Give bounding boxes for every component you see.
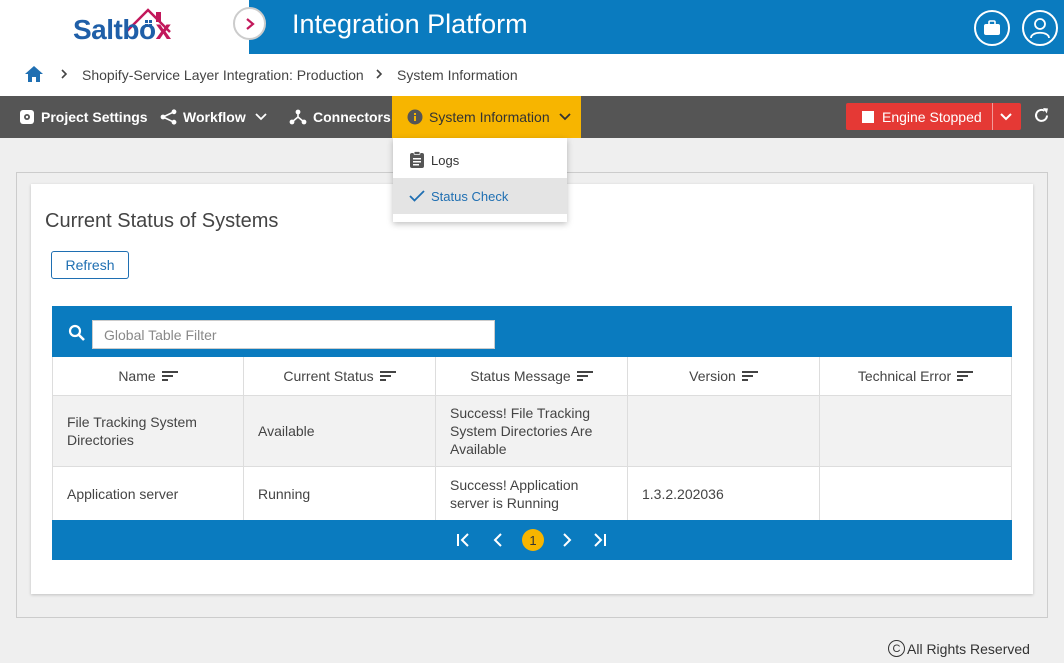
column-header-label: Current Status: [283, 368, 374, 384]
dropdown-item-logs[interactable]: Logs: [393, 142, 567, 178]
cell-message: Success! File Tracking System Directorie…: [436, 396, 628, 466]
chevron-right-icon: [245, 17, 255, 30]
table-header: Name Current Status Status Message Versi…: [52, 357, 1012, 395]
workflow-menu[interactable]: Workflow: [160, 96, 273, 138]
previous-page-icon[interactable]: [493, 533, 503, 547]
column-header-current-status[interactable]: Current Status: [244, 357, 436, 395]
chevron-right-icon: [376, 69, 383, 79]
table-row[interactable]: File Tracking System Directories Availab…: [52, 395, 1012, 466]
sort-icon: [957, 371, 974, 381]
system-information-menu[interactable]: System Information: [392, 96, 581, 138]
user-icon: [1030, 18, 1050, 39]
copyright-icon: C: [888, 640, 905, 657]
system-information-dropdown: Logs Status Check: [393, 138, 567, 222]
dropdown-item-status-check[interactable]: Status Check: [393, 178, 567, 214]
cell-name: File Tracking System Directories: [53, 396, 244, 466]
column-header-label: Name: [118, 368, 156, 384]
check-icon: [409, 190, 425, 202]
last-page-icon[interactable]: [593, 533, 607, 547]
app-header: Saltbox Integration Platform: [0, 0, 1064, 54]
share-icon: [160, 109, 177, 125]
cell-error: [820, 396, 1011, 466]
column-header-status-message[interactable]: Status Message: [436, 357, 628, 395]
cell-status: Available: [244, 396, 436, 466]
refresh-icon[interactable]: [1033, 107, 1050, 124]
breadcrumb: Shopify-Service Layer Integration: Produ…: [0, 54, 1064, 96]
chevron-down-icon: [558, 113, 571, 121]
footer: C All Rights Reserved: [888, 640, 1030, 657]
refresh-button[interactable]: Refresh: [51, 251, 129, 279]
engine-status-label: Engine Stopped: [882, 108, 982, 125]
logo-text: Saltbox: [73, 14, 171, 45]
engine-status-button[interactable]: Engine Stopped: [846, 103, 1021, 130]
cell-message: Success! Application server is Running: [436, 467, 628, 520]
first-page-icon[interactable]: [456, 533, 470, 547]
sort-icon: [161, 371, 178, 381]
table-paginator: 1: [52, 520, 1012, 560]
chevron-down-icon: [255, 113, 267, 121]
column-header-label: Version: [689, 368, 736, 384]
dropdown-item-label: Status Check: [431, 188, 509, 204]
gear-icon: [20, 110, 34, 124]
sort-icon: [379, 371, 396, 381]
user-profile-button[interactable]: [1022, 10, 1058, 46]
column-header-label: Technical Error: [857, 368, 952, 384]
global-table-filter-input[interactable]: [92, 320, 495, 349]
column-header-label: Status Message: [470, 368, 571, 384]
search-icon: [68, 324, 85, 341]
breadcrumb-project[interactable]: Shopify-Service Layer Integration: Produ…: [82, 67, 364, 83]
sort-icon: [576, 371, 593, 381]
breadcrumb-current: System Information: [397, 67, 518, 83]
app-title: Integration Platform: [292, 9, 528, 39]
page-title: Current Status of Systems: [45, 210, 279, 232]
cell-name: Application server: [53, 467, 244, 520]
footer-text: All Rights Reserved: [907, 640, 1030, 657]
next-page-icon[interactable]: [562, 533, 572, 547]
divider: [992, 103, 993, 130]
briefcase-button[interactable]: [974, 10, 1010, 46]
page-number-current[interactable]: 1: [522, 529, 544, 551]
stop-icon: [862, 110, 874, 123]
chevron-right-icon: [61, 69, 68, 79]
clipboard-icon: [410, 151, 424, 168]
info-icon: [407, 109, 423, 125]
cell-version: [628, 396, 820, 466]
project-settings-label: Project Settings: [41, 109, 148, 125]
connectors-label: Connectors: [313, 109, 391, 125]
cell-error: [820, 467, 1011, 520]
column-header-name[interactable]: Name: [53, 357, 244, 395]
sort-icon: [741, 371, 758, 381]
connectors-icon: [289, 109, 307, 125]
connectors-menu[interactable]: Connectors: [289, 96, 391, 138]
nav-toggle-button[interactable]: [233, 7, 266, 40]
project-settings-menu[interactable]: Project Settings: [19, 96, 148, 138]
table-row[interactable]: Application server Running Success! Appl…: [52, 466, 1012, 520]
cell-version: 1.3.2.202036: [628, 467, 820, 520]
chevron-down-icon[interactable]: [1000, 113, 1012, 121]
dropdown-item-label: Logs: [431, 152, 460, 168]
cell-status: Running: [244, 467, 436, 520]
logo[interactable]: Saltbox: [0, 0, 249, 54]
column-header-version[interactable]: Version: [628, 357, 820, 395]
workflow-label: Workflow: [183, 109, 246, 125]
system-information-label: System Information: [429, 109, 550, 125]
home-icon[interactable]: [24, 65, 44, 83]
column-header-technical-error[interactable]: Technical Error: [820, 357, 1011, 395]
briefcase-icon: [984, 20, 1000, 35]
